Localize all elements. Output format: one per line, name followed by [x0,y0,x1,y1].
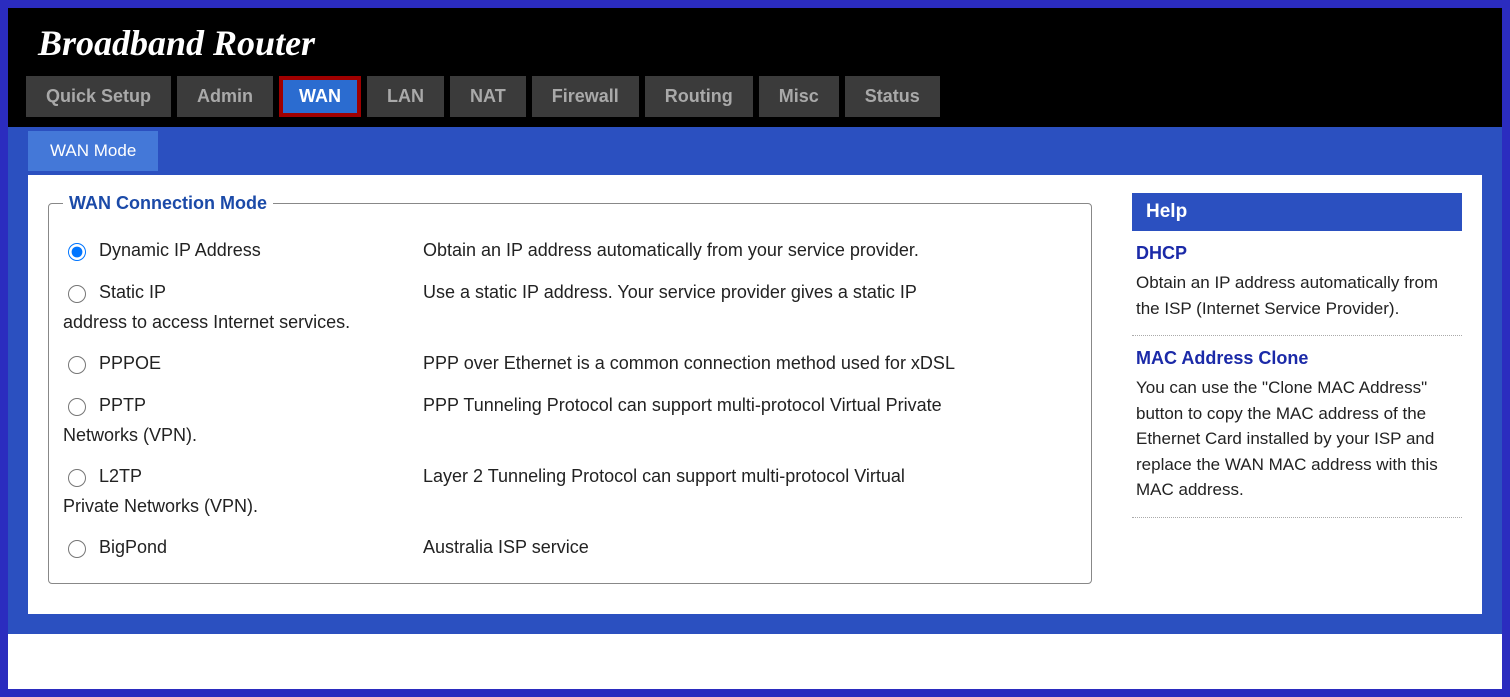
wan-mode-radio-dynamic-ip-address[interactable] [68,243,86,261]
nav-tab-nat[interactable]: NAT [450,76,526,117]
option-label: Static IP [99,282,166,303]
option-left: PPTP [63,395,423,416]
option-description-continued: address to access Internet services. [63,312,1077,333]
content-panel: WAN Connection Mode Dynamic IP Address Ob… [28,175,1482,614]
wan-mode-option-row: Static IP Use a static IP address. Your s… [63,276,1077,308]
wan-connection-mode-fieldset: WAN Connection Mode Dynamic IP Address Ob… [48,193,1092,584]
nav-tab-routing[interactable]: Routing [645,76,753,117]
option-left: Static IP [63,282,423,303]
wan-mode-radio-l2tp[interactable] [68,469,86,487]
nav-tab-admin[interactable]: Admin [177,76,273,117]
wan-mode-radio-bigpond[interactable] [68,540,86,558]
subnav-strip: WAN Mode [8,127,1502,175]
option-description-continued: Private Networks (VPN). [63,496,1077,517]
option-left: BigPond [63,537,423,558]
nav-tab-lan[interactable]: LAN [367,76,444,117]
option-description: Layer 2 Tunneling Protocol can support m… [423,466,1077,487]
option-description: PPP Tunneling Protocol can support multi… [423,395,1077,416]
title-bar: Broadband Router [8,8,1502,76]
option-description: PPP over Ethernet is a common connection… [423,353,1077,374]
help-block-title: DHCP [1136,243,1458,264]
option-description: Obtain an IP address automatically from … [423,240,1077,261]
nav-tab-status[interactable]: Status [845,76,940,117]
help-block-text: You can use the "Clone MAC Address" butt… [1136,375,1458,503]
help-header: Help [1132,193,1462,231]
option-left: L2TP [63,466,423,487]
app-title: Broadband Router [38,23,315,63]
nav-tab-quick-setup[interactable]: Quick Setup [26,76,171,117]
header-section: Broadband Router Quick SetupAdminWANLANN… [8,8,1502,127]
option-label: BigPond [99,537,167,558]
help-block: DHCP Obtain an IP address automatically f… [1132,231,1462,336]
help-sidebar: Help DHCP Obtain an IP address automatica… [1132,193,1462,584]
help-block: MAC Address Clone You can use the "Clone … [1132,336,1462,518]
wan-mode-radio-static-ip[interactable] [68,285,86,303]
wan-mode-option-row: Dynamic IP Address Obtain an IP address a… [63,234,1077,266]
option-left: Dynamic IP Address [63,240,423,261]
main-column: WAN Connection Mode Dynamic IP Address Ob… [48,193,1092,584]
wan-mode-option-row: PPPOE PPP over Ethernet is a common conne… [63,347,1077,379]
option-description-continued: Networks (VPN). [63,425,1077,446]
option-left: PPPOE [63,353,423,374]
help-block-title: MAC Address Clone [1136,348,1458,369]
wan-mode-radio-pppoe[interactable] [68,356,86,374]
wan-mode-option-row: BigPond Australia ISP service [63,531,1077,563]
content-wrapper: WAN Connection Mode Dynamic IP Address Ob… [8,175,1502,634]
wan-mode-radio-pptp[interactable] [68,398,86,416]
wan-mode-option-row: L2TP Layer 2 Tunneling Protocol can suppo… [63,460,1077,492]
nav-tab-firewall[interactable]: Firewall [532,76,639,117]
nav-tab-misc[interactable]: Misc [759,76,839,117]
fieldset-legend: WAN Connection Mode [63,193,273,214]
main-nav: Quick SetupAdminWANLANNATFirewallRouting… [8,76,1502,127]
option-label: PPPOE [99,353,161,374]
option-label: PPTP [99,395,146,416]
option-label: Dynamic IP Address [99,240,261,261]
option-label: L2TP [99,466,142,487]
option-description: Australia ISP service [423,537,1077,558]
subnav-tab-wan-mode[interactable]: WAN Mode [28,131,158,171]
option-description: Use a static IP address. Your service pr… [423,282,1077,303]
wan-mode-option-row: PPTP PPP Tunneling Protocol can support m… [63,389,1077,421]
nav-tab-wan[interactable]: WAN [279,76,361,117]
help-block-text: Obtain an IP address automatically from … [1136,270,1458,321]
router-admin-window: Broadband Router Quick SetupAdminWANLANN… [0,0,1510,697]
